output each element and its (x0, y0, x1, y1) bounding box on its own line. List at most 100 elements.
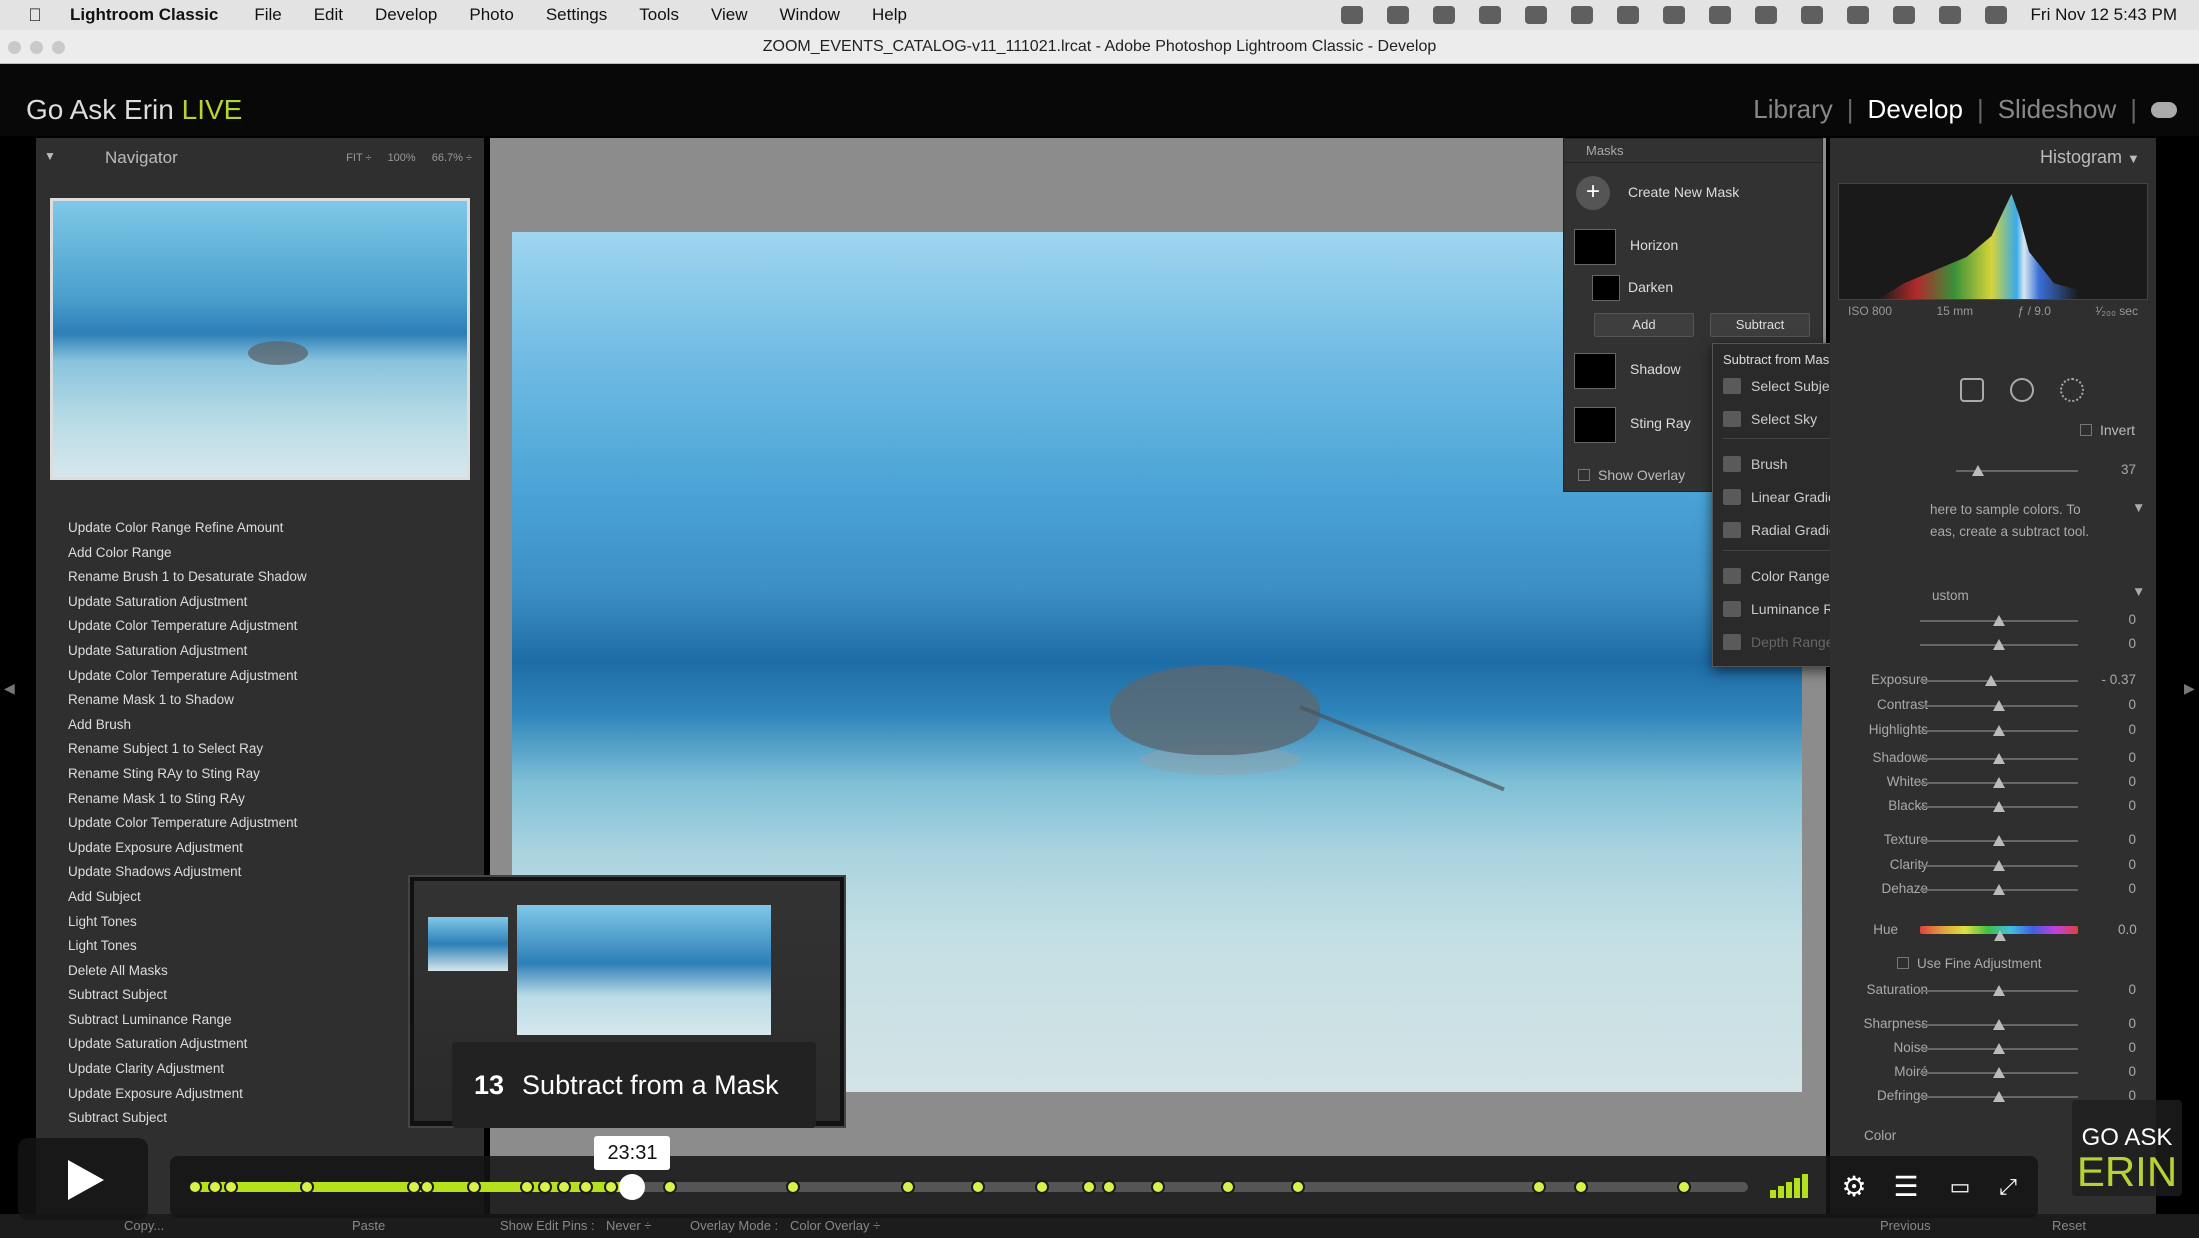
chapter-marker-dot[interactable] (223, 1180, 238, 1194)
slider-knob[interactable] (1993, 801, 2005, 812)
fine-adjustment-checkbox[interactable]: Use Fine Adjustment (1897, 956, 2042, 971)
slider-dehaze[interactable]: Dehaze 0 (1838, 879, 2148, 901)
clock-status-icon[interactable] (1846, 6, 1869, 24)
module-library[interactable]: Library (1753, 94, 1832, 125)
battery-icon[interactable] (1754, 6, 1777, 24)
menu-develop[interactable]: Develop (375, 5, 437, 25)
history-item[interactable]: Rename Mask 1 to Shadow (50, 688, 470, 713)
history-item[interactable]: Update Exposure Adjustment (50, 836, 470, 861)
slider-value[interactable]: 0 (2128, 982, 2136, 997)
slider-clarity[interactable]: Clarity 0 (1838, 855, 2148, 877)
chapter-marker-dot[interactable] (187, 1180, 202, 1194)
history-item[interactable]: Update Shadows Adjustment (50, 860, 470, 885)
chapter-marker-dot[interactable] (1290, 1180, 1305, 1194)
slider-knob[interactable] (1993, 1067, 2005, 1078)
display-icon[interactable] (1524, 6, 1547, 24)
minimize-window-icon[interactable] (30, 41, 43, 54)
slider-value[interactable]: 0 (2128, 1040, 2136, 1055)
overlay-mode-select[interactable]: Color Overlay ÷ (790, 1218, 880, 1233)
add-to-mask-button[interactable]: Add (1594, 313, 1694, 337)
slider-knob[interactable] (1993, 1091, 2005, 1102)
slider-texture[interactable]: Texture 0 (1838, 830, 2148, 852)
history-item[interactable]: Subtract Luminance Range (50, 1008, 470, 1033)
slider-knob[interactable] (1993, 777, 2005, 788)
history-item[interactable]: Light Tones (50, 934, 470, 959)
battery-menu-icon[interactable] (1616, 6, 1639, 24)
history-item[interactable]: Update Color Temperature Adjustment (50, 664, 470, 689)
slider-value[interactable]: - 0.37 (2101, 672, 2136, 687)
slider-value[interactable]: 0 (2128, 697, 2136, 712)
chapter-marker-dot[interactable] (1677, 1180, 1692, 1194)
slider-value[interactable]: 37 (2121, 462, 2136, 477)
menu-item-select-subject[interactable]: Select Subject (1723, 378, 1841, 394)
history-item[interactable]: Subtract Subject (50, 1106, 470, 1131)
slider-knob[interactable] (1993, 1043, 2005, 1054)
create-new-mask-label[interactable]: Create New Mask (1628, 184, 1739, 200)
menu-item-linear-gradient[interactable]: Linear Gradient (1723, 489, 1848, 505)
chapter-marker-dot[interactable] (207, 1180, 222, 1194)
slider-moir[interactable]: Moiré 0 (1838, 1062, 2148, 1084)
slider-knob[interactable] (1993, 700, 2005, 711)
slider-knob[interactable] (1993, 753, 2005, 764)
chapter-marker-dot[interactable] (299, 1180, 314, 1194)
creative-cloud-icon[interactable] (1478, 6, 1501, 24)
slider-value[interactable]: 0 (2128, 832, 2136, 847)
previous-button[interactable]: Previous (1880, 1218, 1931, 1233)
onepassword-icon[interactable] (1432, 6, 1455, 24)
menu-app-name[interactable]: Lightroom Classic (70, 5, 218, 25)
history-item[interactable]: Update Clarity Adjustment (50, 1057, 470, 1082)
slider-exposure[interactable]: Exposure - 0.37 (1838, 670, 2148, 692)
slider-knob[interactable] (1993, 615, 2005, 626)
history-item[interactable]: Rename Sting RAy to Sting Ray (50, 762, 470, 787)
reset-button[interactable]: Reset (2052, 1218, 2086, 1233)
apple-icon[interactable]:  (0, 5, 70, 26)
module-slideshow[interactable]: Slideshow (1998, 94, 2117, 125)
show-overlay-checkbox[interactable]: Show Overlay (1578, 467, 1685, 483)
slider-value[interactable]: 0 (2128, 798, 2136, 813)
history-item[interactable]: Update Saturation Adjustment (50, 590, 470, 615)
slider-contrast[interactable]: Contrast 0 (1838, 695, 2148, 717)
chapter-marker-dot[interactable] (1220, 1180, 1235, 1194)
history-item[interactable]: Rename Brush 1 to Desaturate Shadow (50, 565, 470, 590)
red-eye-icon[interactable] (2010, 378, 2034, 402)
slider-value[interactable]: 0 (2128, 750, 2136, 765)
moon-icon[interactable] (1662, 6, 1685, 24)
edit-pins-select[interactable]: Never ÷ (606, 1218, 651, 1233)
chapter-marker-dot[interactable] (519, 1180, 534, 1194)
collapse-triangle-icon[interactable]: ▼ (2132, 500, 2145, 515)
history-item[interactable]: Delete All Masks (50, 959, 470, 984)
slider-value[interactable]: 0 (2128, 636, 2136, 651)
copy-button[interactable]: Copy... (124, 1218, 164, 1233)
collapse-triangle-icon[interactable]: ▼ (2127, 151, 2140, 166)
paste-button[interactable]: Paste (352, 1218, 385, 1233)
history-item[interactable]: Update Saturation Adjustment (50, 1032, 470, 1057)
menu-item-select-sky[interactable]: Select Sky (1723, 411, 1817, 427)
amount-slider[interactable]: 37 (1838, 460, 2148, 482)
fullscreen-icon[interactable]: ⤢ (1992, 1172, 2024, 1202)
bluetooth-icon[interactable] (1708, 6, 1731, 24)
history-item[interactable]: Subtract Subject (50, 983, 470, 1008)
history-item[interactable]: Update Saturation Adjustment (50, 639, 470, 664)
collapse-triangle-icon[interactable]: ▼ (2132, 584, 2145, 599)
zoom-window-icon[interactable] (52, 41, 65, 54)
slider-knob[interactable] (1993, 985, 2005, 996)
slider-knob[interactable] (1993, 884, 2005, 895)
dropbox-icon[interactable] (1386, 6, 1409, 24)
slider-knob[interactable] (1993, 1019, 2005, 1030)
spotlight-search-icon[interactable] (1892, 6, 1915, 24)
mask-item-horizon[interactable]: Horizon (1570, 225, 1816, 267)
menu-view[interactable]: View (711, 5, 748, 25)
slider-highlights[interactable]: Highlights 0 (1838, 720, 2148, 742)
zoom-100[interactable]: 100% (388, 152, 416, 164)
mask-item-darken[interactable]: Darken (1588, 267, 1816, 309)
slider-value[interactable]: 0 (2128, 1064, 2136, 1079)
slider-value[interactable]: 0 (2128, 1016, 2136, 1031)
slider-blacks[interactable]: Blacks 0 (1838, 796, 2148, 818)
volume-icon[interactable] (1770, 1172, 1818, 1198)
slider-value[interactable]: 0 (2128, 774, 2136, 789)
slider-value[interactable]: 0 (2128, 881, 2136, 896)
history-item[interactable]: Add Brush (50, 713, 470, 738)
slider-value[interactable]: 0 (2128, 722, 2136, 737)
menubar-clock[interactable]: Fri Nov 12 5:43 PM (2031, 5, 2177, 25)
slider-knob[interactable] (1993, 639, 2005, 650)
